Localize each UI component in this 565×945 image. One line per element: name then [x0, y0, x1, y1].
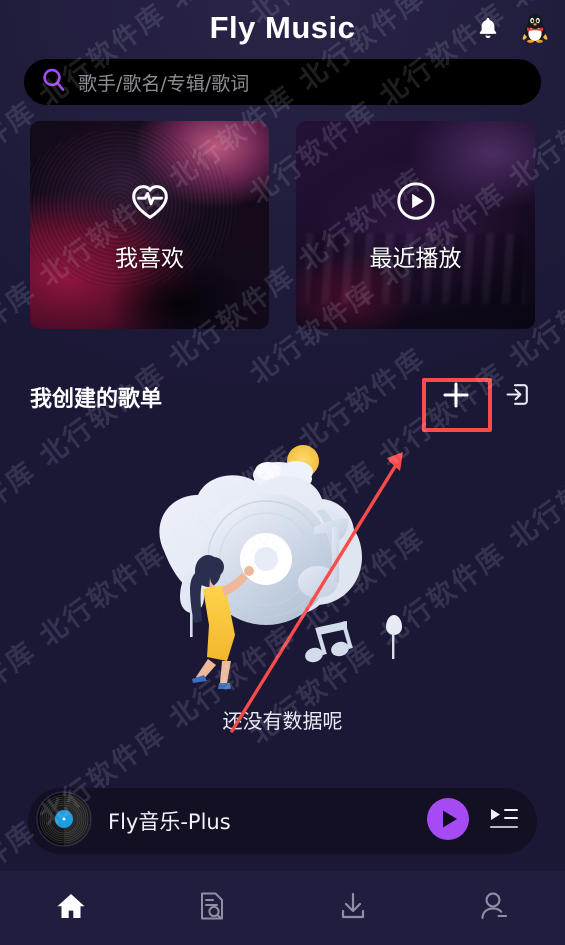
- heart-pulse-icon: [127, 178, 173, 229]
- import-arrow-icon: [504, 381, 531, 413]
- document-search-icon: [195, 889, 229, 928]
- mini-player[interactable]: Fly音乐-Plus: [28, 788, 537, 854]
- nav-item-profile[interactable]: [424, 871, 565, 945]
- search-placeholder: 歌手/歌名/专辑/歌词: [78, 72, 250, 95]
- search-input[interactable]: 歌手/歌名/专辑/歌词: [24, 59, 541, 105]
- add-playlist-button[interactable]: [423, 373, 489, 421]
- import-playlist-button[interactable]: [499, 377, 535, 417]
- music-app-screen: Fly Music 歌手/歌名/专辑/歌词 我喜欢 最近播放 我创建的歌单 还没…: [0, 0, 565, 945]
- player-controls: [427, 797, 519, 845]
- my-playlists-header: 我创建的歌单: [0, 373, 565, 421]
- download-icon: [336, 889, 370, 928]
- header-actions: [475, 0, 551, 55]
- play-circle-icon: [393, 178, 439, 229]
- empty-state-text: 还没有数据呢: [222, 709, 343, 733]
- nav-item-downloads[interactable]: [283, 871, 424, 945]
- home-icon: [54, 889, 88, 928]
- bottom-navigation: [0, 871, 565, 945]
- section-title: 我创建的歌单: [30, 387, 163, 412]
- nav-item-home[interactable]: [0, 871, 141, 945]
- card-label: 我喜欢: [115, 245, 184, 272]
- card-overlay: [30, 121, 269, 329]
- card-recently-played[interactable]: 最近播放: [296, 121, 535, 329]
- play-icon[interactable]: [427, 797, 469, 845]
- user-minus-icon: [477, 889, 511, 928]
- card-label: 最近播放: [369, 245, 462, 272]
- girl-pushing-cd-illustration: [118, 431, 448, 701]
- plus-icon: [439, 378, 473, 417]
- quick-access-cards: 我喜欢 最近播放: [0, 105, 565, 329]
- playlist-queue-icon[interactable]: [489, 806, 519, 837]
- search-icon: [40, 66, 68, 99]
- card-overlay: [296, 121, 535, 329]
- avatar[interactable]: [519, 12, 551, 44]
- vinyl-record-icon: [36, 790, 92, 852]
- empty-state: 还没有数据呢: [0, 431, 565, 734]
- section-actions: [423, 373, 535, 421]
- search-section: 歌手/歌名/专辑/歌词: [0, 55, 565, 105]
- bell-icon[interactable]: [475, 14, 501, 42]
- nav-item-library[interactable]: [141, 871, 282, 945]
- app-header: Fly Music: [0, 0, 565, 55]
- player-track-title: Fly音乐-Plus: [108, 810, 231, 834]
- card-my-likes[interactable]: 我喜欢: [30, 121, 269, 329]
